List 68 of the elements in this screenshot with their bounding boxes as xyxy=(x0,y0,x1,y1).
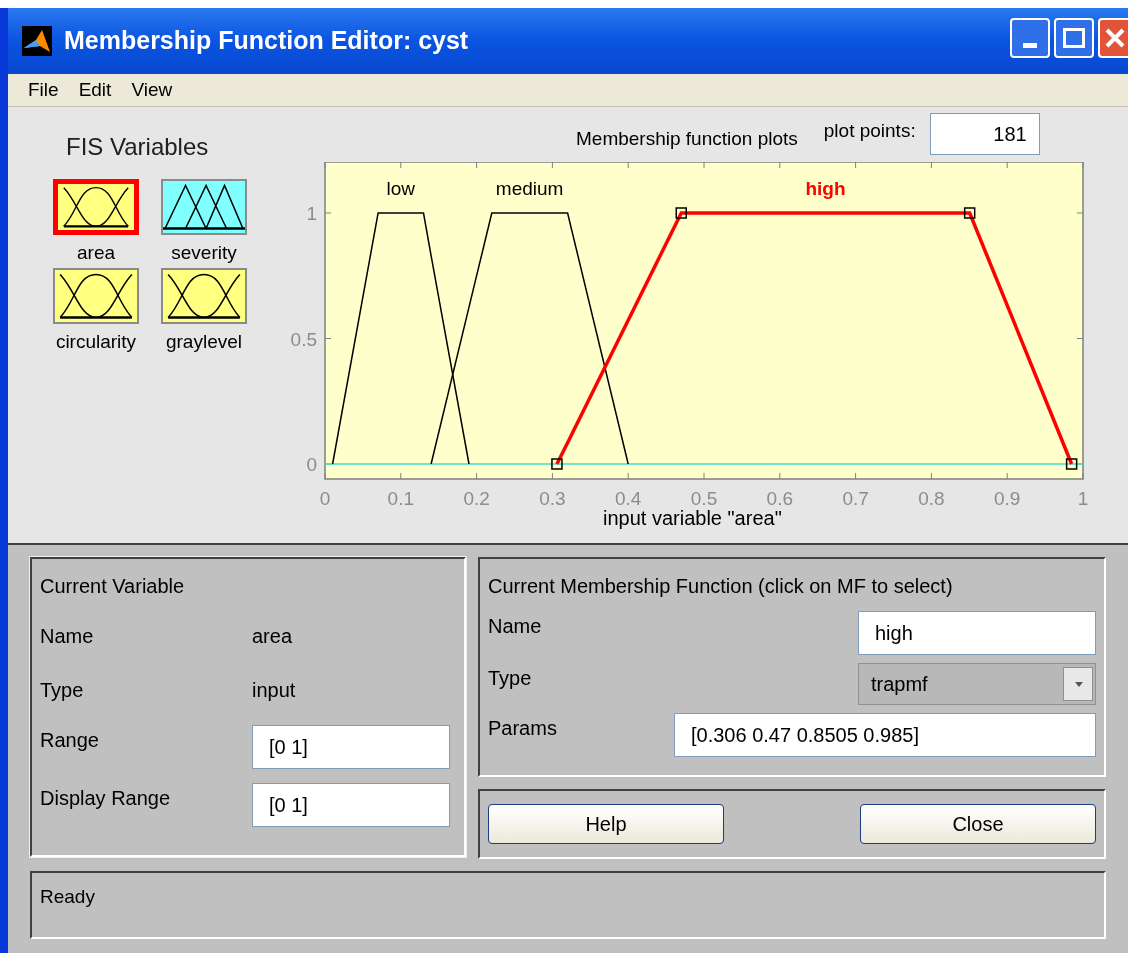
menu-item[interactable]: Edit xyxy=(78,75,112,105)
x-tick-label: 0.4 xyxy=(615,488,642,507)
window-title: Membership Function Editor: cyst xyxy=(64,25,470,57)
maximize-button[interactable] xyxy=(1054,18,1094,58)
variable-button[interactable] xyxy=(161,267,247,324)
x-tick-label: 0.2 xyxy=(463,488,490,507)
text-field[interactable]: high xyxy=(858,611,1096,655)
curve-label: low xyxy=(386,178,416,199)
panel-title: Current Membership Function (click on MF to select) xyxy=(488,574,954,599)
type-dropdown[interactable]: trapmf xyxy=(858,663,1096,705)
field-value: input xyxy=(252,678,297,703)
minimize-button[interactable] xyxy=(1010,18,1050,58)
text-field[interactable]: [0.306 0.47 0.8505 0.985] xyxy=(674,713,1096,757)
variable-label: area xyxy=(77,241,115,265)
x-tick-label: 1 xyxy=(1077,488,1089,507)
variable-label: graylevel xyxy=(165,329,242,354)
menu-item[interactable]: File xyxy=(28,75,59,105)
field-label: Params xyxy=(488,716,557,741)
x-tick-label: 0.8 xyxy=(918,488,945,507)
y-tick-label: 1 xyxy=(306,203,317,224)
minimize-icon xyxy=(1023,43,1037,48)
panel-title: Current Variable xyxy=(40,574,186,599)
text-field[interactable]: [0 1] xyxy=(252,783,450,827)
dialog-button[interactable]: Help xyxy=(488,804,724,844)
handle[interactable] xyxy=(675,207,687,219)
curve-label: high xyxy=(805,178,846,199)
field-label: Type xyxy=(488,666,532,691)
variable-label: circularity xyxy=(55,329,137,354)
field-label: Name xyxy=(488,614,542,639)
handle[interactable] xyxy=(1065,458,1078,470)
membership-curve[interactable] xyxy=(331,212,470,465)
plot-title: Membership function plots xyxy=(576,127,798,151)
y-tick-label: 0 xyxy=(306,454,317,475)
x-tick-label: 0.3 xyxy=(539,488,566,507)
x-tick-label: 0.5 xyxy=(690,488,718,507)
variable-button[interactable] xyxy=(53,267,139,324)
x-tick-label: 0.1 xyxy=(387,488,414,507)
curve-label: medium xyxy=(495,178,564,199)
triangles-icon xyxy=(163,181,245,233)
variable-button[interactable] xyxy=(53,179,139,235)
plot-points-label: plot points: xyxy=(823,119,916,143)
status-bar: Ready xyxy=(30,871,1106,939)
maximize-icon xyxy=(1063,28,1085,48)
membership-curve[interactable] xyxy=(430,212,629,465)
axis-label: input variable "area" xyxy=(603,506,783,531)
variable-label: severity xyxy=(171,241,237,265)
y-tick-label: 0.5 xyxy=(290,328,317,350)
plot-points-field[interactable]: 181 xyxy=(929,113,1040,155)
handle[interactable] xyxy=(551,458,563,470)
x-tick-label: 0.6 xyxy=(766,488,793,507)
field-value: area xyxy=(252,624,294,649)
close-button[interactable] xyxy=(1098,18,1128,58)
field-label: Range xyxy=(40,728,100,753)
field-label: Name xyxy=(40,624,95,649)
handle[interactable] xyxy=(963,207,976,219)
field-label: Display Range xyxy=(40,786,172,811)
field-label: Type xyxy=(40,678,85,703)
x-tick-label: 0 xyxy=(319,488,331,507)
app-logo-icon xyxy=(22,26,52,56)
caret-icon xyxy=(1063,667,1093,701)
x-tick-label: 0.7 xyxy=(842,488,869,507)
dialog-button[interactable]: Close xyxy=(860,804,1096,844)
menu-item[interactable]: View xyxy=(131,75,173,105)
close-icon xyxy=(1105,28,1125,48)
variable-button[interactable] xyxy=(161,179,247,235)
x-tick-label: 0.9 xyxy=(994,488,1021,507)
text-field[interactable]: [0 1] xyxy=(252,725,450,769)
section-title: FIS Variables xyxy=(65,132,210,162)
